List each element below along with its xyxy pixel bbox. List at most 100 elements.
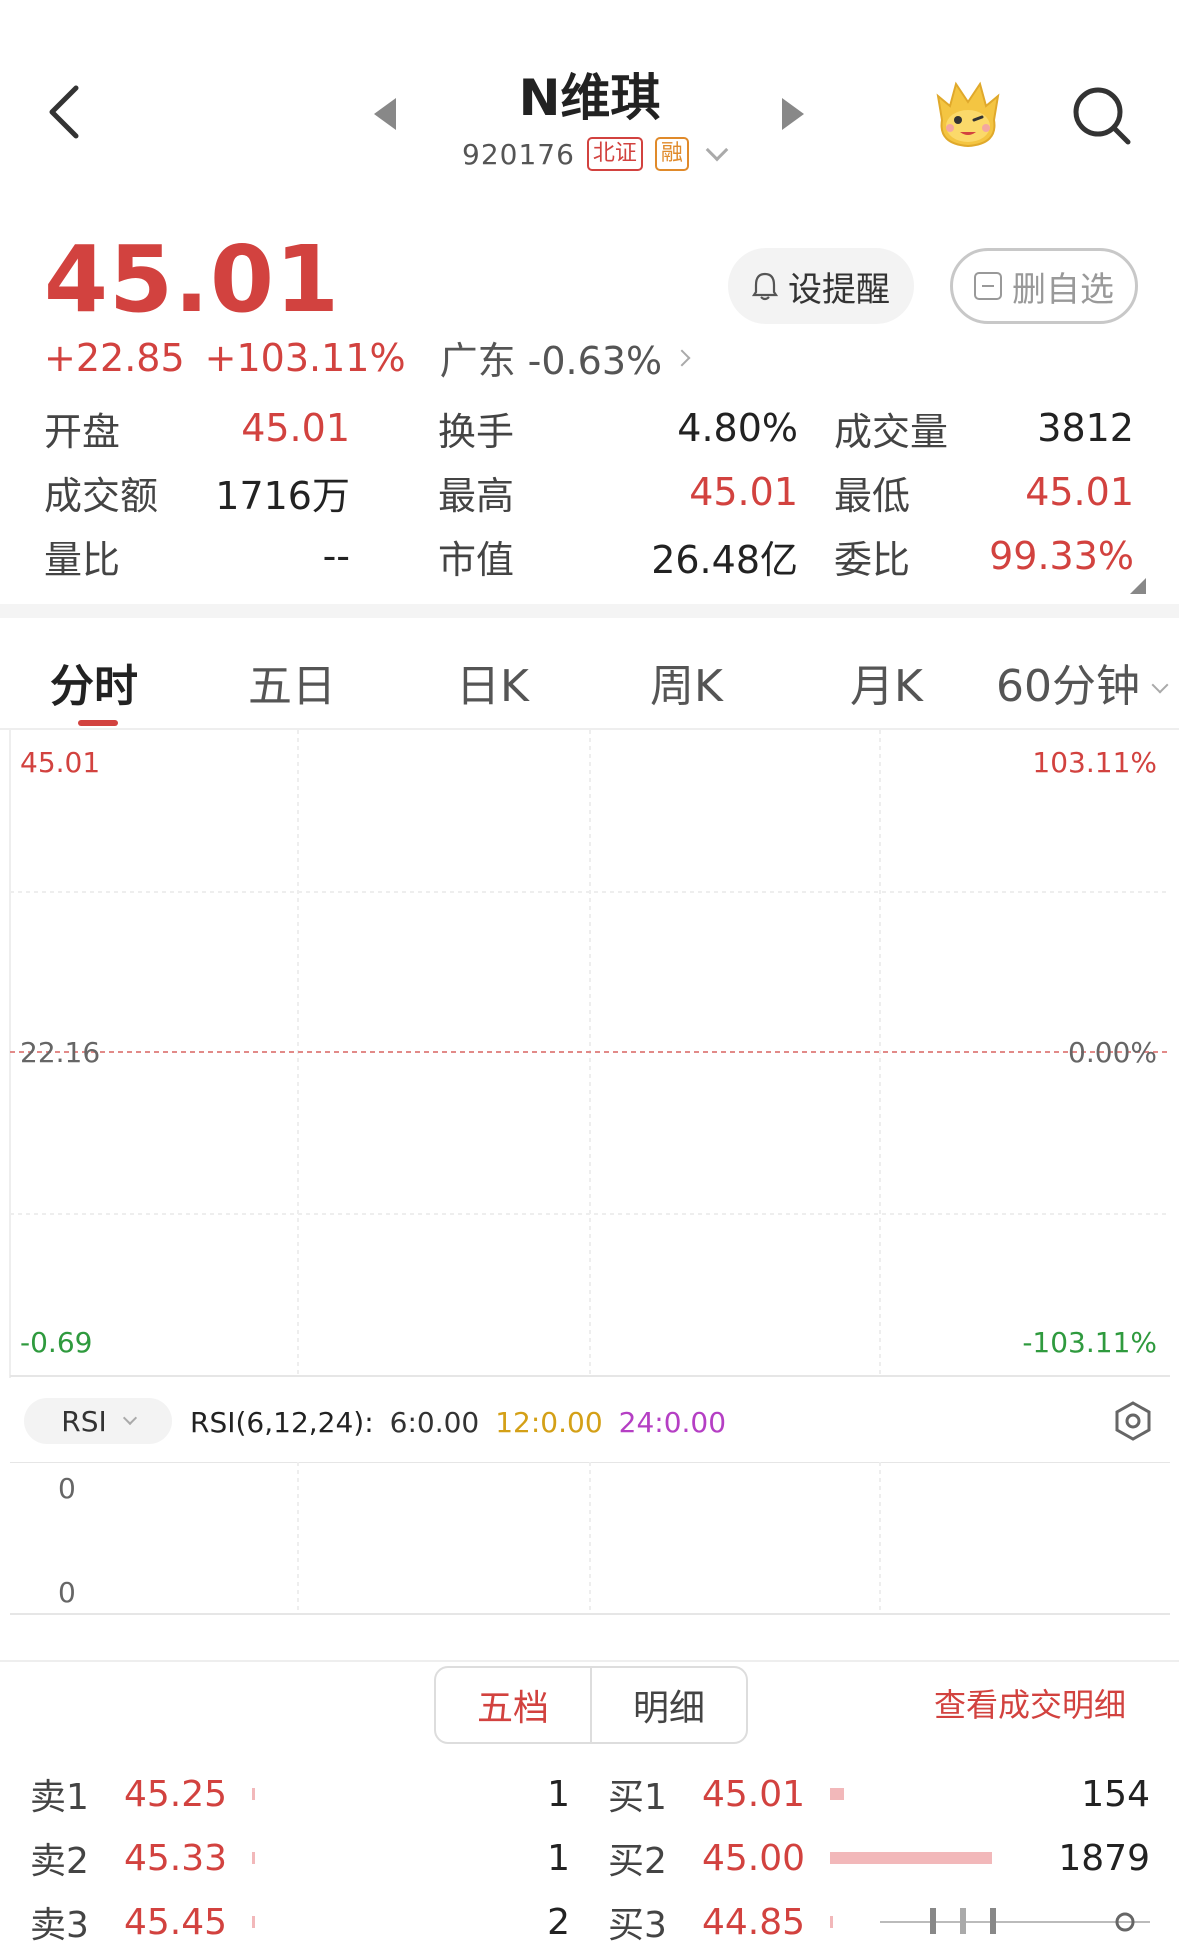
tab-60-minute[interactable]: 60分钟 [996,650,1169,714]
bell-icon [752,272,778,301]
stock-code-row[interactable]: 920176 北证 融 [462,134,729,174]
sell-volume: 1 [547,1773,570,1815]
indicator-selector[interactable]: RSI [24,1398,172,1444]
tab-five-levels[interactable]: 五档 [436,1668,592,1742]
stock-code: 920176 [462,137,575,171]
sell-level-2: 卖2 45.33 [30,1826,255,1890]
stat-volume-ratio: 量比 -- [44,529,438,584]
buy-label: 买3 [608,1905,667,1946]
stat-value: 4.80% [677,406,798,450]
stat-volume: 成交量 3812 [834,401,1134,456]
stats-row: 成交额 1716万 最高 45.01 最低 45.01 [44,460,1134,524]
remove-watchlist-button[interactable]: 删自选 [950,248,1138,324]
stat-market-cap: 市值 26.48亿 [438,529,834,584]
chevron-down-icon [122,1410,137,1426]
stat-turnover-rate: 换手 4.80% [438,401,834,456]
stat-label: 成交额 [44,473,159,518]
tab-monthly-k[interactable]: 月K [850,650,923,714]
stat-amount: 成交额 1716万 [44,465,438,520]
stat-value: 26.48亿 [651,537,798,582]
expand-stats-icon[interactable] [1130,578,1146,594]
mascot-icon[interactable] [928,76,1008,150]
stats-grid: 开盘 45.01 换手 4.80% 成交量 3812 成交额 1716万 最高 … [44,396,1134,588]
stat-value: -- [322,534,350,578]
sector-link[interactable]: 广东 -0.63% [440,330,663,385]
rsi-axis-top: 0 [58,1472,76,1505]
buy-volume: 1879 [1058,1837,1150,1879]
stats-row: 开盘 45.01 换手 4.80% 成交量 3812 [44,396,1134,460]
percent-axis-mid: 0.00% [1068,1036,1157,1069]
tab-60-minute-label: 60分钟 [996,661,1140,712]
buy-price: 44.85 [702,1901,806,1943]
search-icon[interactable] [1070,84,1134,148]
stats-row: 量比 -- 市值 26.48亿 委比 99.33% [44,524,1134,588]
remove-watchlist-label: 删自选 [1012,269,1114,310]
tab-intraday[interactable]: 分时 [50,650,138,714]
stat-open: 开盘 45.01 [44,401,438,456]
tab-weekly-k[interactable]: 周K [650,650,723,714]
stat-label: 委比 [834,537,911,582]
buy-volume-bar [830,1916,833,1928]
sell-volume-bar [252,1788,255,1800]
chart-tabs: 分时 五日 日K 周K 月K 60分钟 [0,640,1179,728]
order-book-divider [0,1660,1179,1662]
stat-label: 最低 [834,473,911,518]
change-row: +22.85 +103.11% 广东 -0.63% [44,330,691,385]
rsi-6-value: 6:0.00 [389,1406,480,1439]
sell-volume: 1 [547,1837,570,1879]
set-alert-label: 设提醒 [788,269,890,310]
tab-daily-k[interactable]: 日K [456,650,529,714]
stat-value: 45.01 [241,406,350,450]
buy-level-1: 买1 45.01 [608,1762,844,1826]
intraday-chart-grid [9,730,1170,1378]
rsi-12-value: 12:0.00 [495,1406,603,1439]
rsi-params: RSI(6,12,24): [190,1406,374,1439]
stat-value: 3812 [1037,406,1134,450]
price-axis-top: 45.01 [20,746,101,779]
chevron-down-icon[interactable] [705,138,729,162]
next-stock-icon[interactable] [782,98,804,130]
stat-label: 成交量 [834,409,949,454]
top-bar: N维琪 920176 北证 融 [0,0,1179,200]
buy-price: 45.00 [702,1837,806,1879]
section-divider [0,604,1179,618]
tab-five-day[interactable]: 五日 [248,650,336,714]
tab-trade-details[interactable]: 明细 [592,1668,746,1742]
rsi-chart[interactable]: 0 0 [0,1461,1179,1622]
sell-volume: 2 [547,1901,570,1943]
sell-label: 卖3 [30,1905,89,1946]
buy-volume-bar [830,1852,992,1864]
buy-label: 买2 [608,1841,667,1882]
sell-price: 45.45 [124,1901,228,1943]
stat-value: 45.01 [1025,470,1134,514]
stat-label: 开盘 [44,409,121,454]
current-price: 45.01 [44,226,341,333]
stat-label: 量比 [44,537,121,582]
stat-label: 市值 [438,537,515,582]
rsi-header: RSI RSI(6,12,24): 6:0.00 12:0.00 24:0.00 [0,1378,1179,1462]
buy-volume: 154 [1081,1773,1150,1815]
indicator-selector-label: RSI [61,1404,107,1438]
buy-volume-bar [830,1788,844,1800]
rsi-24-value: 24:0.00 [618,1406,727,1439]
sell-label: 卖1 [30,1777,89,1818]
stat-value: 1716万 [215,473,350,518]
margin-tag: 融 [654,137,689,171]
set-alert-button[interactable]: 设提醒 [728,248,914,324]
active-tab-indicator [78,720,118,726]
buy-price: 45.01 [702,1773,806,1815]
intraday-chart[interactable]: 45.01 22.16 -0.69 103.11% 0.00% -103.11% [0,730,1179,1380]
stat-commission-ratio: 委比 99.33% [834,529,1134,584]
settings-hex-icon[interactable] [1112,1400,1154,1442]
sector-change: -0.63% [527,339,663,383]
buy-label: 买1 [608,1777,667,1818]
view-trade-details-link[interactable]: 查看成交明细 [934,1680,1126,1726]
percent-axis-top: 103.11% [1032,746,1157,779]
rsi-axis-bottom: 0 [58,1576,76,1609]
bottom-toolbar-fragment [880,1908,1150,1934]
sell-volume-bar [252,1916,255,1928]
order-book-toggle: 五档 明细 [434,1666,748,1744]
sell-volume-bar [252,1852,255,1864]
price-change-percent: +103.11% [204,335,406,380]
exchange-tag: 北证 [586,137,643,171]
